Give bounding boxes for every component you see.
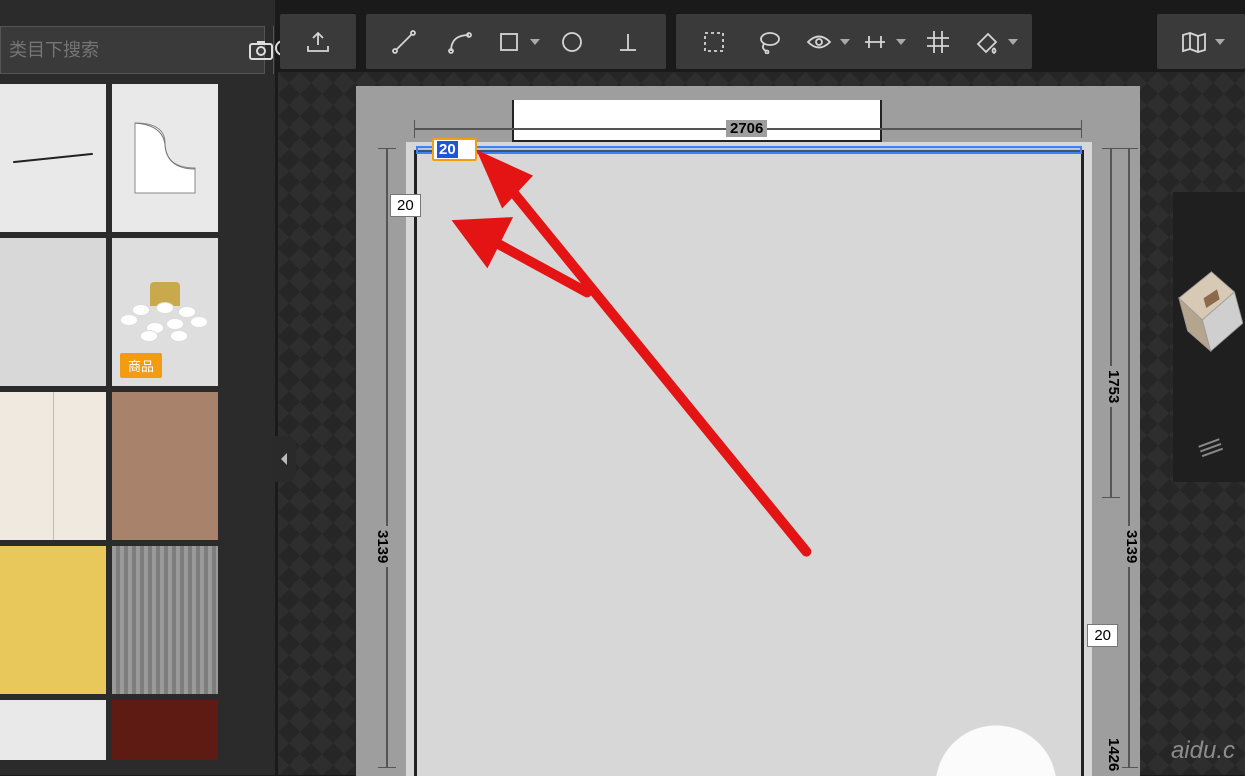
search-bar — [0, 26, 265, 74]
sidebar-collapse-toggle[interactable] — [272, 436, 296, 482]
visibility-tool[interactable] — [798, 14, 854, 69]
asset-thumb[interactable] — [112, 546, 218, 694]
top-toolbar — [280, 14, 1032, 69]
dimension-top-label: 2706 — [726, 120, 767, 137]
asset-thumb[interactable] — [112, 700, 218, 760]
design-canvas[interactable]: 2706 3139 1753 3139 1426 20 20 20 — [278, 72, 1245, 775]
asset-thumb[interactable] — [0, 700, 106, 760]
line-tool[interactable] — [376, 14, 432, 69]
room-outer: 2706 3139 1753 3139 1426 20 20 20 — [356, 86, 1140, 776]
chevron-down-icon — [1215, 39, 1225, 45]
toolbar-right — [1157, 14, 1245, 69]
selected-wall-edge[interactable] — [416, 146, 1082, 154]
ceiling-light-icon — [120, 282, 210, 342]
round-furniture — [926, 696, 1066, 776]
asset-thumb[interactable] — [112, 84, 218, 232]
paint-tool[interactable] — [966, 14, 1022, 69]
dimension-right-full — [1128, 148, 1130, 768]
circle-tool[interactable] — [544, 14, 600, 69]
offset-label-left: 20 — [390, 194, 421, 217]
camera-icon[interactable] — [249, 26, 273, 74]
region-tool[interactable] — [686, 14, 742, 69]
align-tool[interactable] — [854, 14, 910, 69]
chevron-down-icon — [840, 39, 850, 45]
toolbar-group-draw — [366, 14, 666, 69]
drag-handle-icon[interactable] — [1189, 432, 1229, 454]
asset-sidebar: 商品 — [0, 0, 275, 775]
door-opening — [512, 100, 882, 142]
asset-thumb[interactable] — [0, 392, 106, 540]
map-view-tool[interactable] — [1173, 14, 1229, 69]
offset-input-value: 20 — [437, 141, 458, 158]
mini-3d-preview-panel — [1173, 192, 1245, 482]
rect-tool[interactable] — [488, 14, 544, 69]
search-input[interactable] — [1, 40, 249, 61]
asset-thumb[interactable] — [0, 238, 106, 386]
dimension-right-upper-label: 1753 — [1105, 366, 1122, 407]
offset-label-right: 20 — [1087, 624, 1118, 647]
asset-thumb[interactable]: 商品 — [112, 238, 218, 386]
dimension-right-full-label: 3139 — [1123, 526, 1140, 567]
toolbar-group-view — [676, 14, 1032, 69]
offset-input-active[interactable]: 20 — [432, 138, 477, 161]
dimension-left-label: 3139 — [374, 526, 391, 567]
room-walls — [414, 150, 1084, 776]
product-badge: 商品 — [120, 353, 162, 378]
upload-button[interactable] — [290, 14, 346, 69]
watermark-text: aidu.c — [1171, 737, 1235, 765]
chevron-down-icon — [530, 39, 540, 45]
grid-tool[interactable] — [910, 14, 966, 69]
dimension-right-bottom-label: 1426 — [1105, 734, 1122, 775]
asset-thumb[interactable] — [0, 84, 106, 232]
chevron-down-icon — [1008, 39, 1018, 45]
dimension-left — [386, 148, 388, 768]
mini-3d-preview[interactable] — [1175, 192, 1243, 432]
toolbar-group-upload — [280, 14, 356, 69]
chevron-down-icon — [896, 39, 906, 45]
perpendicular-tool[interactable] — [600, 14, 656, 69]
asset-thumb[interactable] — [112, 392, 218, 540]
arc-tool[interactable] — [432, 14, 488, 69]
asset-thumb[interactable] — [0, 546, 106, 694]
dimension-right-upper — [1110, 148, 1112, 498]
thumbnail-grid: 商品 — [0, 84, 275, 760]
lasso-tool[interactable] — [742, 14, 798, 69]
